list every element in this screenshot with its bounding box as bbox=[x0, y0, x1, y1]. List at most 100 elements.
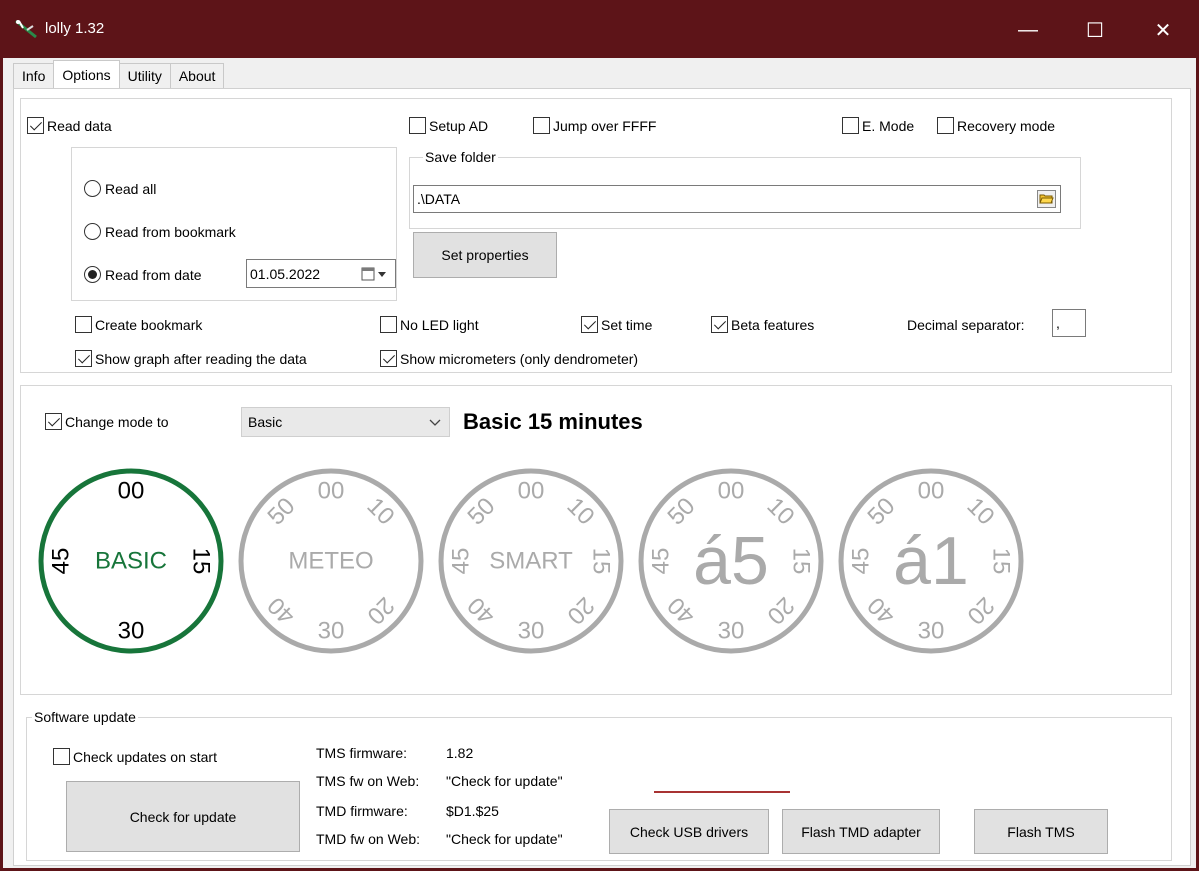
dial-tick-15: 15 bbox=[188, 548, 215, 575]
read-bookmark-radio[interactable]: Read from bookmark bbox=[84, 223, 236, 240]
calendar-dropdown-icon[interactable] bbox=[361, 267, 387, 281]
progress-line bbox=[654, 791, 790, 793]
tms-firmware-value: 1.82 bbox=[446, 745, 474, 761]
dial-tick-30: 30 bbox=[718, 618, 745, 645]
change-mode-checkbox[interactable]: Change mode to bbox=[45, 413, 169, 430]
no-led-checkbox[interactable]: No LED light bbox=[380, 316, 479, 333]
folder-browse-icon[interactable] bbox=[1037, 190, 1056, 208]
dial-tick-15: 15 bbox=[988, 548, 1015, 575]
flash-tms-button[interactable]: Flash TMS bbox=[974, 809, 1108, 854]
mode-dial-basic[interactable]: 00 15 30 45 BASIC bbox=[38, 468, 224, 654]
set-time-check[interactable] bbox=[581, 316, 598, 333]
dial-center-label: BASIC bbox=[95, 548, 167, 575]
change-mode-check[interactable] bbox=[45, 413, 62, 430]
software-update-legend: Software update bbox=[32, 709, 138, 725]
mode-select-value: Basic bbox=[248, 414, 283, 430]
setup-ad-label: Setup AD bbox=[429, 117, 489, 134]
read-data-label: Read data bbox=[47, 117, 112, 134]
save-folder-group: .\DATA bbox=[409, 157, 1081, 229]
tab-utility[interactable]: Utility bbox=[118, 63, 171, 88]
mode-dial-á5[interactable]: 0010152030404550á5 bbox=[638, 468, 824, 654]
decimal-separator-input[interactable]: , bbox=[1052, 309, 1086, 337]
e-mode-checkbox[interactable]: E. Mode bbox=[842, 117, 914, 134]
e-mode-check[interactable] bbox=[842, 117, 859, 134]
read-data-check[interactable] bbox=[27, 117, 44, 134]
read-all-label: Read all bbox=[105, 180, 157, 197]
flash-tmd-adapter-button[interactable]: Flash TMD adapter bbox=[782, 809, 940, 854]
read-all-radio-dot[interactable] bbox=[84, 180, 101, 197]
beta-features-label: Beta features bbox=[731, 316, 815, 333]
read-data-group: Read data Setup AD Jump over FFFF E. Mod… bbox=[20, 98, 1172, 373]
dial-tick-00: 00 bbox=[718, 478, 745, 505]
save-folder-input[interactable]: .\DATA bbox=[413, 185, 1061, 213]
mode-heading: Basic 15 minutes bbox=[463, 409, 643, 434]
show-graph-check[interactable] bbox=[75, 350, 92, 367]
decimal-separator-value: , bbox=[1056, 315, 1060, 331]
read-date-value: 01.05.2022 bbox=[250, 265, 321, 282]
app-icon bbox=[15, 19, 37, 39]
maximize-button[interactable]: ☐ bbox=[1065, 3, 1125, 58]
create-bookmark-checkbox[interactable]: Create bookmark bbox=[75, 316, 202, 333]
tab-bar: Info Options Utility About bbox=[13, 60, 225, 88]
show-micrometers-check[interactable] bbox=[380, 350, 397, 367]
no-led-check[interactable] bbox=[380, 316, 397, 333]
read-data-checkbox[interactable]: Read data bbox=[27, 117, 112, 134]
mode-dial-á1[interactable]: 0010152030404550á1 bbox=[838, 468, 1024, 654]
show-micrometers-checkbox[interactable]: Show micrometers (only dendrometer) bbox=[380, 350, 638, 367]
show-micrometers-label: Show micrometers (only dendrometer) bbox=[400, 350, 639, 367]
check-on-start-checkbox[interactable]: Check updates on start bbox=[53, 748, 217, 765]
read-all-radio[interactable]: Read all bbox=[84, 180, 156, 197]
show-graph-label: Show graph after reading the data bbox=[95, 350, 307, 367]
close-button[interactable]: ✕ bbox=[1133, 3, 1193, 58]
check-for-update-button[interactable]: Check for update bbox=[66, 781, 300, 852]
save-folder-value: .\DATA bbox=[417, 191, 461, 207]
create-bookmark-check[interactable] bbox=[75, 316, 92, 333]
minimize-button[interactable]: — bbox=[998, 3, 1058, 58]
setup-ad-checkbox[interactable]: Setup AD bbox=[409, 117, 488, 134]
tmd-web-value: "Check for update" bbox=[446, 831, 563, 847]
software-update-group: Check updates on start Check for update … bbox=[26, 717, 1172, 861]
setup-ad-check[interactable] bbox=[409, 117, 426, 134]
e-mode-label: E. Mode bbox=[862, 117, 915, 134]
read-bookmark-radio-dot[interactable] bbox=[84, 223, 101, 240]
dial-center-label: á5 bbox=[693, 523, 769, 599]
beta-features-check[interactable] bbox=[711, 316, 728, 333]
dial-center-label: SMART bbox=[489, 548, 573, 575]
tab-options[interactable]: Options bbox=[53, 60, 120, 88]
decimal-separator-label: Decimal separator: bbox=[907, 317, 1025, 333]
recovery-mode-checkbox[interactable]: Recovery mode bbox=[937, 117, 1055, 134]
jump-over-checkbox[interactable]: Jump over FFFF bbox=[533, 117, 656, 134]
dial-tick-30: 30 bbox=[118, 618, 145, 645]
tmd-web-label: TMD fw on Web: bbox=[316, 831, 420, 847]
beta-features-checkbox[interactable]: Beta features bbox=[711, 316, 814, 333]
read-date-radio[interactable]: Read from date bbox=[84, 266, 202, 283]
check-usb-drivers-button[interactable]: Check USB drivers bbox=[609, 809, 769, 854]
set-properties-button[interactable]: Set properties bbox=[413, 232, 557, 278]
mode-dial-meteo[interactable]: 001020304050METEO bbox=[238, 468, 424, 654]
jump-over-label: Jump over FFFF bbox=[553, 117, 657, 134]
recovery-mode-check[interactable] bbox=[937, 117, 954, 134]
read-bookmark-label: Read from bookmark bbox=[105, 223, 236, 240]
tab-info[interactable]: Info bbox=[13, 63, 55, 88]
mode-dial-smart[interactable]: 0010152030404550SMART bbox=[438, 468, 624, 654]
dial-tick-45: 45 bbox=[448, 548, 475, 575]
set-time-checkbox[interactable]: Set time bbox=[581, 316, 652, 333]
app-window: lolly 1.32 — ☐ ✕ Info Options Utility Ab… bbox=[0, 0, 1199, 871]
dial-center-label: á1 bbox=[893, 523, 969, 599]
mode-select[interactable]: Basic bbox=[241, 407, 450, 437]
check-on-start-check[interactable] bbox=[53, 748, 70, 765]
read-date-picker[interactable]: 01.05.2022 bbox=[246, 259, 396, 288]
dial-tick-45: 45 bbox=[848, 548, 875, 575]
dial-tick-15: 15 bbox=[788, 548, 815, 575]
show-graph-checkbox[interactable]: Show graph after reading the data bbox=[75, 350, 307, 367]
dial-tick-15: 15 bbox=[588, 548, 615, 575]
recovery-mode-label: Recovery mode bbox=[957, 117, 1056, 134]
tab-about[interactable]: About bbox=[169, 63, 225, 88]
jump-over-check[interactable] bbox=[533, 117, 550, 134]
dial-tick-30: 30 bbox=[518, 618, 545, 645]
read-source-group: Read all Read from bookmark Read from da… bbox=[71, 147, 397, 301]
dial-tick-00: 00 bbox=[918, 478, 945, 505]
dial-tick-45: 45 bbox=[48, 548, 75, 575]
read-date-radio-dot[interactable] bbox=[84, 266, 101, 283]
tmd-firmware-value: $D1.$25 bbox=[446, 803, 499, 819]
